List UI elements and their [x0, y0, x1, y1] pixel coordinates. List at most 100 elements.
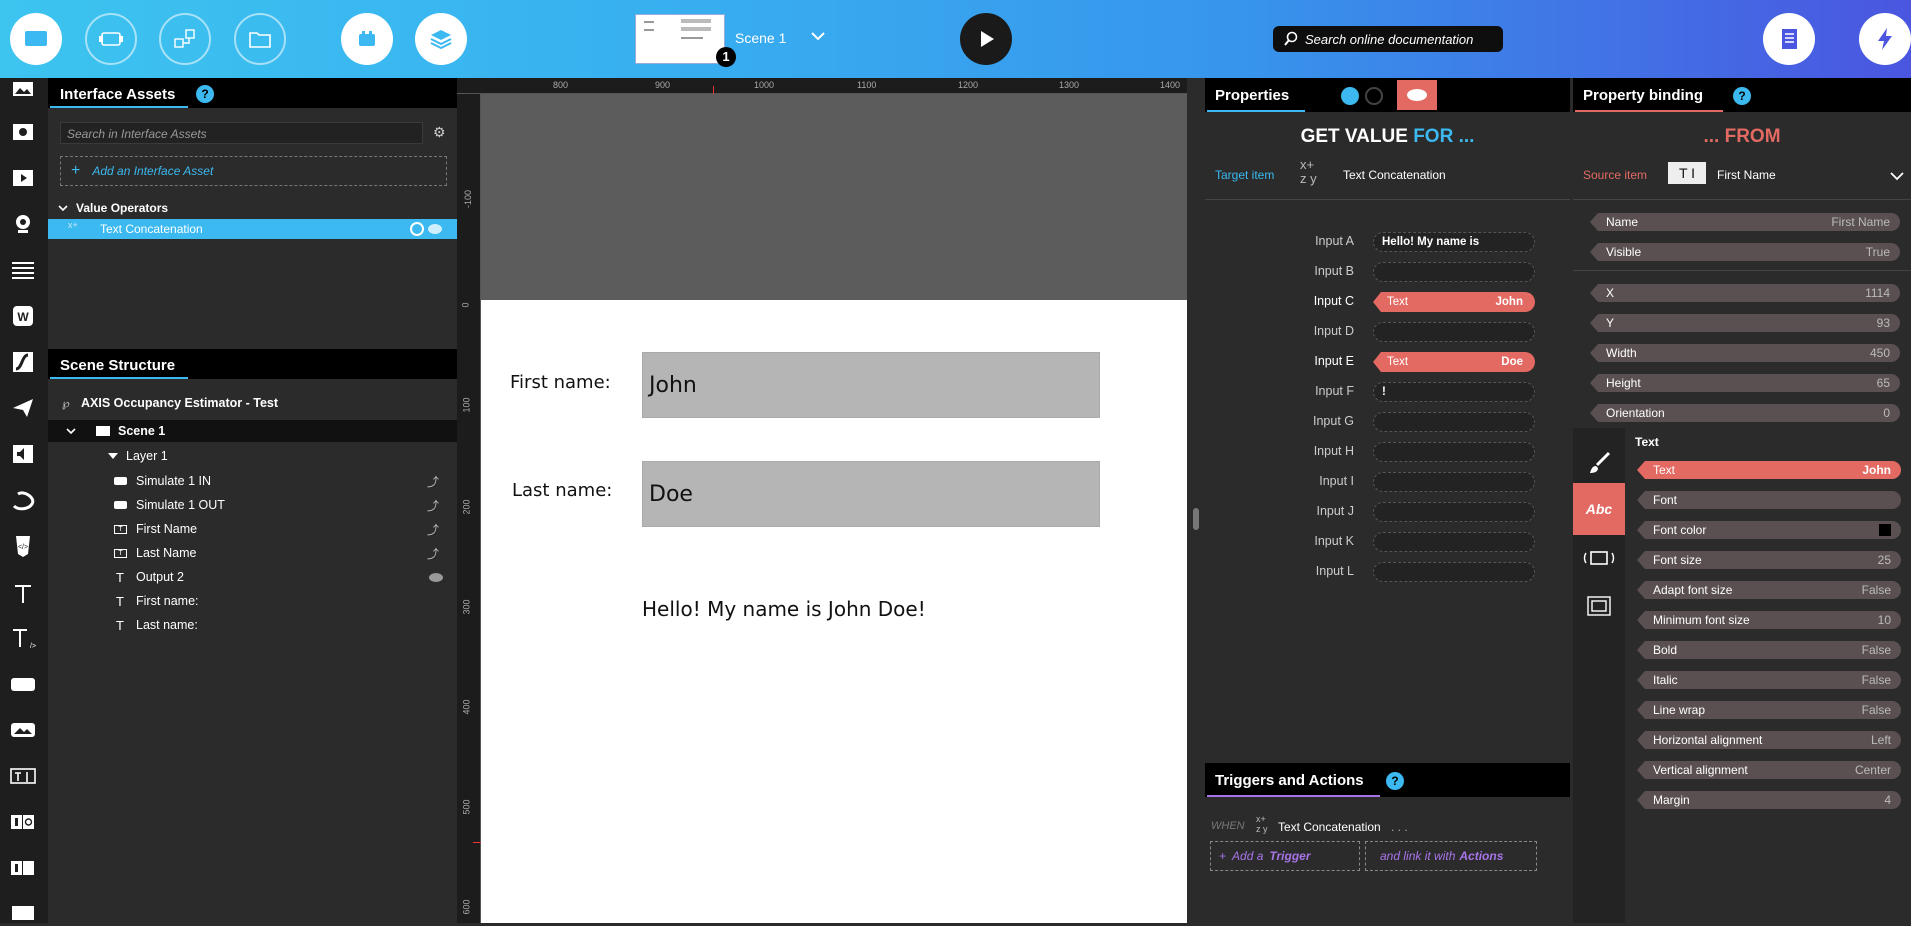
- input-row[interactable]: Input I: [1205, 470, 1570, 494]
- button-widget-icon[interactable]: [8, 670, 38, 698]
- flash-icon[interactable]: [8, 348, 38, 376]
- layers-icon-button[interactable]: [415, 13, 467, 65]
- value-operators-group[interactable]: Value Operators: [48, 198, 457, 218]
- color-swatch[interactable]: [1879, 524, 1891, 536]
- binding-property[interactable]: Visible True: [1590, 243, 1900, 261]
- project-row[interactable]: ℘ AXIS Occupancy Estimator - Test: [48, 392, 457, 414]
- trigger-more[interactable]: . . .: [1391, 820, 1408, 834]
- binding-property[interactable]: Y 93: [1590, 314, 1900, 332]
- bound-input-value[interactable]: Text Doe: [1373, 352, 1535, 372]
- binding-property[interactable]: Width 450: [1590, 344, 1900, 362]
- binding-property[interactable]: Minimum font size 10: [1637, 611, 1901, 629]
- binding-tab[interactable]: [1397, 80, 1437, 110]
- tree-item[interactable]: T Output 2: [48, 566, 457, 588]
- toggle-icon[interactable]: [8, 808, 38, 836]
- scene-canvas[interactable]: 800 900 1000 1100 1200 1300 1400 -100 0 …: [457, 78, 1205, 923]
- assets-search-input[interactable]: Search in Interface Assets: [60, 122, 423, 144]
- input-value[interactable]: [1373, 502, 1535, 522]
- table-icon[interactable]: [8, 898, 38, 926]
- send-icon[interactable]: [8, 394, 38, 422]
- binding-property-bound[interactable]: Text John: [1637, 461, 1901, 479]
- scene-name[interactable]: Scene 1: [735, 30, 786, 46]
- text-tool-icon[interactable]: [8, 580, 38, 608]
- help-icon[interactable]: ?: [1733, 87, 1751, 105]
- webcam-icon[interactable]: [8, 210, 38, 238]
- text-tab-icon[interactable]: Abc: [1573, 483, 1625, 535]
- rocket-icon[interactable]: [1341, 87, 1359, 105]
- binding-property[interactable]: Italic False: [1637, 671, 1901, 689]
- lightning-icon-button[interactable]: [1859, 13, 1911, 65]
- add-asset-button[interactable]: + Add an Interface Asset: [60, 156, 447, 186]
- play-button[interactable]: [960, 13, 1012, 65]
- scene-row[interactable]: Scene 1: [48, 420, 457, 442]
- text-input-icon[interactable]: [8, 762, 38, 790]
- tree-item[interactable]: T First name:: [48, 590, 457, 612]
- binding-property[interactable]: Adapt font size False: [1637, 581, 1901, 599]
- scene-page[interactable]: First name: John Last name: Doe Hello! M…: [481, 300, 1187, 923]
- input-row[interactable]: Input G: [1205, 410, 1570, 434]
- brush-icon[interactable]: [1587, 450, 1613, 476]
- binding-property[interactable]: Vertical alignment Center: [1637, 761, 1901, 779]
- margin-icon[interactable]: [1581, 548, 1617, 568]
- visibility-icon[interactable]: [428, 224, 442, 234]
- input-value[interactable]: !: [1373, 382, 1535, 402]
- input-value[interactable]: [1373, 442, 1535, 462]
- image-button-icon[interactable]: [8, 716, 38, 744]
- network-icon-button[interactable]: [159, 13, 211, 65]
- visibility-icon[interactable]: [429, 572, 443, 582]
- web-icon[interactable]: W: [8, 302, 38, 330]
- input-row[interactable]: Input A Hello! My name is: [1205, 230, 1570, 254]
- binding-property[interactable]: Horizontal alignment Left: [1637, 731, 1901, 749]
- input-row[interactable]: Input L: [1205, 560, 1570, 584]
- input-value[interactable]: [1373, 262, 1535, 282]
- chevron-down-icon[interactable]: [810, 28, 826, 47]
- binding-property[interactable]: Font size 25: [1637, 551, 1901, 569]
- input-value[interactable]: [1373, 472, 1535, 492]
- html-icon[interactable]: </>: [8, 532, 38, 560]
- binding-property[interactable]: Font color: [1637, 521, 1901, 539]
- sound-icon[interactable]: [8, 440, 38, 468]
- binding-property[interactable]: Name First Name: [1590, 213, 1900, 231]
- animation-icon[interactable]: [8, 486, 38, 514]
- input-row[interactable]: Input F!: [1205, 380, 1570, 404]
- input-row[interactable]: Input K: [1205, 530, 1570, 554]
- layer-row[interactable]: Layer 1: [48, 445, 457, 467]
- add-trigger-button[interactable]: + Add a Trigger: [1210, 841, 1360, 871]
- checklist-icon-button[interactable]: [1763, 13, 1815, 65]
- tree-item[interactable]: Simulate 1 IN ⤴: [48, 470, 457, 492]
- help-icon[interactable]: ?: [1386, 772, 1404, 790]
- frame-icon[interactable]: [1586, 595, 1612, 617]
- input-value[interactable]: [1373, 532, 1535, 552]
- switch-icon[interactable]: [8, 854, 38, 882]
- input-value[interactable]: [1373, 412, 1535, 432]
- binding-property[interactable]: Font: [1637, 491, 1901, 509]
- binding-property[interactable]: Line wrap False: [1637, 701, 1901, 719]
- image-icon[interactable]: [8, 78, 38, 106]
- screen-icon-button[interactable]: [10, 13, 62, 65]
- binding-property[interactable]: Orientation 0: [1590, 404, 1900, 422]
- help-icon[interactable]: ?: [196, 85, 214, 103]
- first-name-input[interactable]: John: [642, 352, 1100, 418]
- binding-property[interactable]: X 1114: [1590, 284, 1900, 302]
- rich-text-icon[interactable]: />: [8, 624, 38, 652]
- input-value[interactable]: [1373, 562, 1535, 582]
- input-value[interactable]: [1373, 322, 1535, 342]
- gear-icon[interactable]: ⚙: [433, 124, 446, 141]
- asset-item-text-concatenation[interactable]: x+ Text Concatenation: [48, 219, 457, 239]
- tree-item[interactable]: Simulate 1 OUT ⤴: [48, 494, 457, 516]
- input-row[interactable]: Input C Text John: [1205, 290, 1570, 314]
- globe-icon[interactable]: [1365, 87, 1383, 105]
- tree-item[interactable]: T First Name ⤴: [48, 518, 457, 540]
- folder-icon-button[interactable]: [234, 13, 286, 65]
- splitter-handle[interactable]: [1193, 508, 1199, 530]
- video-icon[interactable]: [8, 164, 38, 192]
- tree-item[interactable]: T Last Name ⤴: [48, 542, 457, 564]
- binding-property[interactable]: Margin 4: [1637, 791, 1901, 809]
- bound-input-value[interactable]: Text John: [1373, 292, 1535, 312]
- last-name-input[interactable]: Doe: [642, 461, 1100, 527]
- chevron-down-icon[interactable]: [1889, 170, 1905, 182]
- binding-property[interactable]: Height 65: [1590, 374, 1900, 392]
- list-icon[interactable]: [8, 256, 38, 284]
- scene-thumbnail[interactable]: [635, 14, 725, 64]
- camera-frame-icon[interactable]: [8, 118, 38, 146]
